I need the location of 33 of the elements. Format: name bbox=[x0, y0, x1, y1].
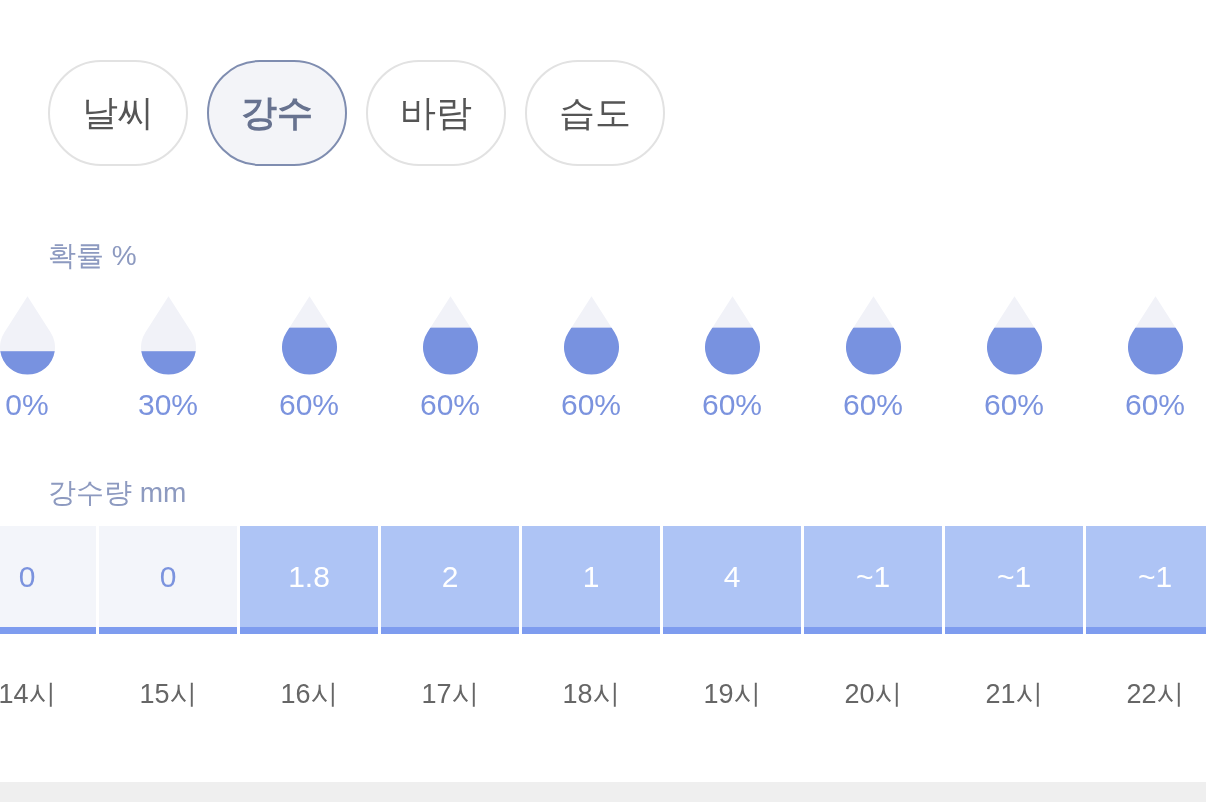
probability-reading: 60% bbox=[842, 387, 903, 423]
rainfall-cell: 0 bbox=[0, 526, 96, 634]
probability-reading: 60% bbox=[1124, 387, 1185, 423]
hour-label: 21시 bbox=[985, 678, 1043, 711]
probability-reading: 0% bbox=[5, 387, 49, 423]
tab[interactable]: 바람 bbox=[366, 60, 506, 166]
tab[interactable]: 날씨 bbox=[48, 60, 188, 166]
rainfall-cell: ~1 bbox=[945, 526, 1083, 634]
rainfall-cell: 1 bbox=[522, 526, 660, 634]
hour-label: 14시 bbox=[0, 678, 56, 711]
rainfall-cell: ~1 bbox=[1086, 526, 1206, 634]
hour-label: 19시 bbox=[703, 678, 761, 711]
hour-label: 20시 bbox=[844, 678, 902, 711]
rainfall-cell: 1.8 bbox=[240, 526, 378, 634]
probability-reading: 60% bbox=[983, 387, 1044, 423]
hour-label: 15시 bbox=[139, 678, 197, 711]
hour-label: 17시 bbox=[421, 678, 479, 711]
section-label: 강수량 mm bbox=[48, 476, 187, 510]
section-label: 확률 % bbox=[48, 239, 137, 273]
rainfall-cell: 0 bbox=[99, 526, 237, 634]
probability-reading: 60% bbox=[278, 387, 339, 423]
probability-reading: 60% bbox=[560, 387, 621, 423]
probability-reading: 60% bbox=[701, 387, 762, 423]
hour-label: 22시 bbox=[1126, 678, 1184, 711]
rainfall-cell: 2 bbox=[381, 526, 519, 634]
rainfall-cell: ~1 bbox=[804, 526, 942, 634]
probability-reading: 30% bbox=[137, 387, 198, 423]
hour-label: 16시 bbox=[280, 678, 338, 711]
tab[interactable]: 강수 bbox=[207, 60, 347, 166]
tab[interactable]: 습도 bbox=[525, 60, 665, 166]
hour-label: 18시 bbox=[562, 678, 620, 711]
rainfall-cell: 4 bbox=[663, 526, 801, 634]
probability-reading: 60% bbox=[419, 387, 480, 423]
